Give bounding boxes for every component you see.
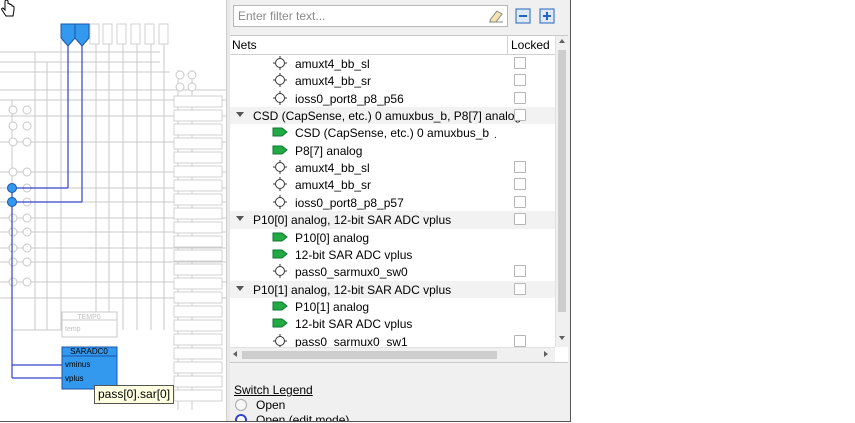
switch-open-icon: [273, 333, 287, 347]
expand-arrow-icon[interactable]: [236, 112, 244, 118]
table-header: Nets Locked: [230, 36, 555, 55]
column-locked[interactable]: Locked: [511, 38, 550, 52]
table-row[interactable]: P10[0] analog: [230, 229, 555, 246]
table-row[interactable]: amuxt4_bb_sr: [230, 176, 555, 193]
net-label: amuxt4_bb_sl: [295, 161, 370, 176]
scroll-left-icon[interactable]: [233, 351, 237, 357]
saradc-pin-vminus[interactable]: vminus: [65, 360, 90, 369]
switch-open-icon: [273, 264, 287, 279]
horizontal-scrollbar[interactable]: [230, 347, 555, 362]
tooltip: pass[0].sar[0]: [94, 385, 175, 404]
locked-checkbox[interactable]: [514, 265, 526, 278]
filter-box[interactable]: [233, 5, 508, 27]
switch-legend-title: Switch Legend: [234, 383, 313, 397]
scroll-down-icon[interactable]: [559, 336, 565, 340]
column-separator[interactable]: [507, 36, 508, 54]
net-label: P10[1] analog, 12-bit SAR ADC vplus: [253, 282, 452, 297]
switch-open-icon: [273, 160, 287, 175]
net-label: CSD (CapSense, etc.) 0 amuxbus_b: [295, 126, 490, 141]
temp-block-pin: temp: [65, 326, 81, 333]
net-label: amuxt4_bb_sr: [295, 178, 372, 193]
table-row[interactable]: ioss0_port8_p8_p56: [230, 90, 555, 107]
locked-checkbox[interactable]: [514, 161, 526, 174]
net-label: P10[0] analog: [295, 230, 370, 245]
net-label: CSD (CapSense, etc.) 0 amuxbus_b, P8[7] …: [253, 109, 522, 124]
terminal-icon: [272, 232, 288, 241]
net-label: P10[1] analog: [295, 299, 370, 314]
net-label: amuxt4_bb_sr: [295, 74, 372, 89]
scroll-thumb[interactable]: [558, 50, 566, 312]
table-row[interactable]: amuxt4_bb_sl: [230, 55, 555, 72]
net-label: P10[0] analog, 12-bit SAR ADC vplus: [253, 213, 452, 228]
column-nets[interactable]: Nets: [232, 38, 257, 52]
locked-checkbox[interactable]: [514, 109, 526, 122]
filter-input[interactable]: [238, 8, 478, 24]
net-label: 12-bit SAR ADC vplus: [295, 317, 413, 332]
locked-checkbox[interactable]: [514, 213, 526, 226]
eraser-icon[interactable]: [488, 9, 504, 23]
expand-arrow-icon[interactable]: [236, 216, 244, 222]
net-label: ioss0_port8_p8_p57: [295, 195, 404, 210]
locked-checkbox[interactable]: [514, 178, 526, 191]
table-row[interactable]: CSD (CapSense, etc.) 0 amuxbus_b.: [230, 124, 555, 141]
terminal-icon: [272, 145, 288, 155]
table-row[interactable]: amuxt4_bb_sl: [230, 159, 555, 176]
terminal-icon: [272, 127, 288, 137]
switch-open-icon: [273, 90, 287, 105]
row-trail: .: [494, 130, 497, 142]
net-group-row[interactable]: P10[0] analog, 12-bit SAR ADC vplus: [230, 211, 555, 229]
table-row[interactable]: 12-bit SAR ADC vplus: [230, 315, 555, 332]
saradc-block-title: SARADC0: [70, 347, 108, 356]
net-label: 12-bit SAR ADC vplus: [295, 247, 413, 262]
temp-block-title: TEMP0: [77, 314, 100, 321]
expand-arrow-icon[interactable]: [236, 285, 244, 291]
hscroll-thumb[interactable]: [242, 351, 497, 359]
locked-checkbox[interactable]: [514, 74, 526, 87]
scroll-up-icon[interactable]: [559, 39, 565, 43]
vertical-scrollbar[interactable]: [555, 36, 568, 347]
locked-checkbox[interactable]: [514, 91, 526, 104]
table-row[interactable]: ioss0_port8_p8_p57: [230, 194, 555, 211]
net-label: P8[7] analog: [295, 143, 363, 158]
scroll-right-icon[interactable]: [544, 351, 548, 357]
table-row[interactable]: pass0_sarmux0_sw1: [230, 333, 555, 347]
locked-checkbox[interactable]: [514, 334, 526, 347]
table-row[interactable]: amuxt4_bb_sr: [230, 72, 555, 89]
app-window: TEMP0 temp SARADC0 vminus vplus pass[0].…: [0, 0, 571, 422]
table-row[interactable]: pass0_sarmux0_sw0: [230, 263, 555, 280]
net-label: amuxt4_bb_sl: [295, 57, 370, 71]
hand-cursor-icon: [1, 0, 15, 17]
locked-checkbox[interactable]: [514, 195, 526, 208]
saradc-pin-vplus[interactable]: vplus: [65, 374, 84, 383]
net-label: pass0_sarmux0_sw1: [295, 334, 408, 347]
expand-all-icon[interactable]: [539, 8, 555, 24]
switch-open-icon: [273, 56, 287, 70]
switch-open-icon: [273, 177, 287, 192]
routing-diagram: TEMP0 temp SARADC0 vminus vplus: [0, 23, 226, 410]
net-group-row[interactable]: CSD (CapSense, etc.) 0 amuxbus_b, P8[7] …: [230, 107, 555, 125]
switch-edit-legend-icon: [235, 414, 247, 421]
net-group-row[interactable]: P10[1] analog, 12-bit SAR ADC vplus: [230, 280, 555, 298]
locked-checkbox[interactable]: [514, 57, 526, 69]
switch-open-icon: [273, 73, 287, 88]
table-row[interactable]: P8[7] analog: [230, 142, 555, 159]
table-row[interactable]: 12-bit SAR ADC vplus: [230, 246, 555, 263]
locked-checkbox[interactable]: [514, 282, 526, 295]
table-row[interactable]: P10[1] analog: [230, 298, 555, 315]
net-label: pass0_sarmux0_sw0: [295, 265, 408, 280]
net-label: ioss0_port8_p8_p56: [295, 91, 404, 106]
nets-table: Nets Locked amuxt4_bb_sl amuxt4_bb_sr ioss…: [230, 35, 568, 363]
routing-canvas[interactable]: TEMP0 temp SARADC0 vminus vplus pass[0].…: [0, 0, 226, 420]
switch-open-legend-icon: [235, 399, 247, 411]
collapse-all-icon[interactable]: [515, 8, 531, 24]
table-rows: amuxt4_bb_sl amuxt4_bb_sr ioss0_port8_p8_p…: [230, 55, 555, 347]
nets-panel: Nets Locked amuxt4_bb_slamuxt4_bb_srioss…: [230, 0, 570, 421]
terminal-icon: [272, 301, 288, 311]
switch-open-icon: [273, 194, 287, 209]
terminal-icon: [272, 318, 288, 328]
terminal-icon: [272, 249, 288, 259]
